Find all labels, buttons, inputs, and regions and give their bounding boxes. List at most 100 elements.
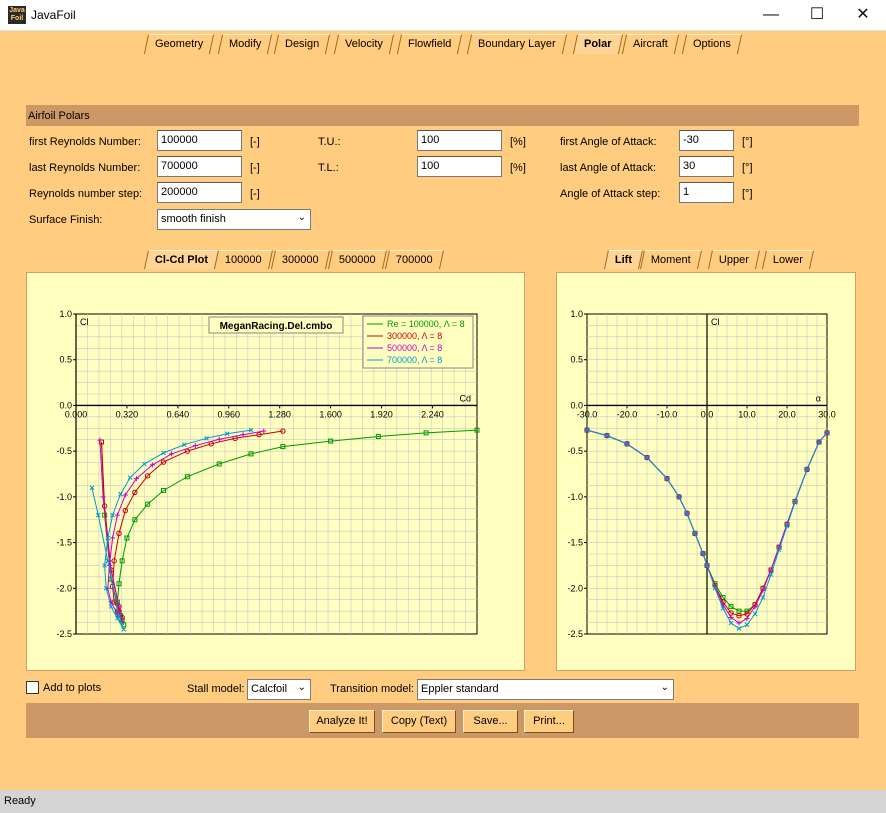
app-icon: Java Foil	[8, 6, 26, 24]
y-tick-label: -1.0	[56, 492, 72, 502]
transition-model-select[interactable]: Eppler standard ⌄	[417, 679, 674, 700]
legend-entry: 500000, Λ = 8	[387, 343, 442, 353]
tab-re-700000[interactable]: 700000	[384, 250, 444, 269]
y-tick-label: -2.5	[56, 629, 72, 639]
reynolds-step-input[interactable]: 200000	[157, 182, 242, 203]
stall-model-label: Stall model:	[187, 683, 245, 695]
section-title: Airfoil Polars	[26, 105, 859, 126]
tl-input[interactable]: 100	[417, 156, 502, 177]
surface-finish-value: smooth finish	[161, 213, 226, 225]
last-reynolds-label: last Reynolds Number:	[29, 162, 141, 174]
print-button[interactable]: Print...	[524, 710, 574, 733]
minimize-button[interactable]: —	[748, 0, 794, 30]
tu-label: T.U.:	[318, 136, 341, 148]
first-reynolds-input[interactable]: 100000	[157, 130, 242, 151]
x-axis-label: α	[816, 393, 821, 403]
maximize-button[interactable]: ☐	[794, 0, 840, 30]
x-tick-label: 20.0	[778, 409, 796, 419]
first-reynolds-label: first Reynolds Number:	[29, 136, 141, 148]
tab-options[interactable]: Options	[681, 34, 743, 54]
aoa-step-input[interactable]: 1	[679, 182, 734, 203]
tab-flowfield[interactable]: Flowfield	[396, 34, 463, 54]
add-to-plots-checkbox[interactable]	[26, 681, 39, 694]
y-tick-label: -1.0	[567, 492, 583, 502]
x-tick-label: 1.600	[319, 409, 342, 419]
x-tick-label: 30.0	[818, 409, 836, 419]
x-tick-label: 0.0	[701, 409, 714, 419]
x-tick-label: 0.320	[116, 409, 139, 419]
chart-title: MeganRacing.Del.cmbo	[220, 321, 333, 332]
surface-finish-label: Surface Finish:	[29, 214, 103, 226]
transition-model-label: Transition model:	[330, 683, 414, 695]
reynolds-step-unit: [-]	[250, 188, 260, 200]
close-button[interactable]: ✕	[840, 0, 886, 30]
first-aoa-unit: [°]	[742, 136, 753, 148]
chevron-down-icon: ⌄	[660, 682, 669, 693]
y-tick-label: -1.5	[567, 538, 583, 548]
transition-model-value: Eppler standard	[421, 683, 499, 695]
tab-modify[interactable]: Modify	[217, 34, 273, 54]
x-tick-label: 1.280	[268, 409, 291, 419]
x-tick-label: 0.960	[217, 409, 240, 419]
save-button[interactable]: Save...	[463, 710, 518, 733]
status-text: Ready	[4, 795, 36, 807]
y-tick-label: -1.5	[56, 538, 72, 548]
y-tick-label: -0.5	[56, 446, 72, 456]
analyze-button[interactable]: Analyze It!	[309, 710, 375, 733]
title-bar: Java Foil JavaFoil — ☐ ✕	[0, 0, 886, 31]
status-bar: Ready	[0, 790, 886, 813]
copy-text-button[interactable]: Copy (Text)	[382, 710, 456, 733]
tab-design[interactable]: Design	[273, 34, 331, 54]
aoa-step-label: Angle of Attack step:	[560, 188, 661, 200]
tab-re-500000[interactable]: 500000	[327, 250, 387, 269]
last-aoa-input[interactable]: 30	[679, 156, 734, 177]
tab-re-100000[interactable]: 100000	[213, 250, 273, 269]
last-reynolds-input[interactable]: 700000	[157, 156, 242, 177]
tl-label: T.L.:	[318, 162, 339, 174]
surface-finish-select[interactable]: smooth finish ⌄	[157, 209, 311, 230]
tab-aircraft[interactable]: Aircraft	[621, 34, 679, 54]
y-axis-label: Cl	[711, 317, 720, 327]
x-tick-label: 1.920	[370, 409, 393, 419]
tu-input[interactable]: 100	[417, 130, 502, 151]
x-tick-label: -10.0	[657, 409, 678, 419]
tab-geometry[interactable]: Geometry	[143, 34, 215, 54]
legend-entry: Re = 100000, Λ = 8	[387, 319, 465, 329]
y-tick-label: -2.0	[56, 583, 72, 593]
lift-plot-panel: 1.0 0.5 0.0 -0.5 -1.0 -1.5 -2.0 -2.5 -30.0 -20.0 -…	[556, 272, 856, 671]
x-tick-label: 2.240	[421, 409, 444, 419]
lift-chart: 1.0 0.5 0.0 -0.5 -1.0 -1.5 -2.0 -2.5 -30.0 -20.0 -…	[567, 309, 836, 639]
x-tick-label: -20.0	[617, 409, 638, 419]
reynolds-step-label: Reynolds number step:	[29, 188, 143, 200]
first-aoa-input[interactable]: -30	[679, 130, 734, 151]
x-tick-label: 0.000	[65, 409, 88, 419]
y-tick-label: -0.5	[567, 446, 583, 456]
tl-unit: [%]	[510, 162, 526, 174]
tab-cl-cd-plot[interactable]: Cl-Cd Plot	[143, 250, 220, 269]
chevron-down-icon: ⌄	[297, 212, 306, 223]
y-tick-label: 0.5	[570, 355, 583, 365]
cl-cd-chart: 1.00.50.0-0.5-1.0-1.5-2.0-2.50.000 0.320 0…	[56, 309, 480, 639]
tab-lower[interactable]: Lower	[761, 250, 814, 269]
y-tick-label: 1.0	[570, 309, 583, 319]
y-tick-label: 1.0	[59, 309, 72, 319]
y-axis-label: Cl	[80, 317, 89, 327]
tab-lift[interactable]: Lift	[603, 250, 644, 269]
tab-polar[interactable]: Polar	[572, 34, 623, 54]
tab-re-300000[interactable]: 300000	[270, 250, 330, 269]
window-title: JavaFoil	[31, 8, 76, 22]
legend-entry: 700000, Λ = 8	[387, 355, 442, 365]
x-tick-label: 0.640	[167, 409, 190, 419]
tab-upper[interactable]: Upper	[707, 250, 760, 269]
tab-boundary-layer[interactable]: Boundary Layer	[466, 34, 567, 54]
tab-moment[interactable]: Moment	[639, 250, 702, 269]
chevron-down-icon: ⌄	[297, 682, 306, 693]
last-aoa-label: last Angle of Attack:	[560, 162, 657, 174]
x-tick-label: 10.0	[738, 409, 756, 419]
action-bar: Analyze It! Copy (Text) Save... Print...	[26, 703, 859, 738]
y-tick-label: 0.5	[59, 355, 72, 365]
stall-model-value: Calcfoil	[251, 683, 288, 695]
x-axis-label: Cd	[459, 393, 471, 403]
tab-velocity[interactable]: Velocity	[333, 34, 395, 54]
stall-model-select[interactable]: Calcfoil ⌄	[247, 679, 311, 700]
